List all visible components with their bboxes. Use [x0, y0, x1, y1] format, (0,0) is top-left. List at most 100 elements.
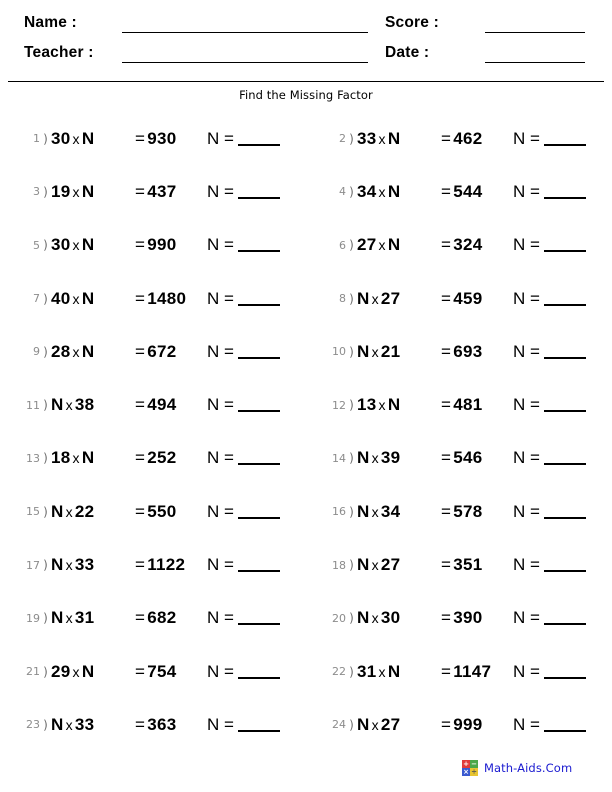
- times-sign: x: [378, 237, 386, 254]
- answer-blank[interactable]: [543, 664, 586, 679]
- equals-sign: =: [135, 448, 146, 468]
- problem-product: = 481: [441, 395, 503, 415]
- answer-blank[interactable]: [237, 610, 280, 626]
- factor-b: N: [81, 341, 95, 361]
- answer-blank[interactable]: [543, 610, 586, 626]
- answer-area: N =: [197, 395, 280, 415]
- times-sign: x: [65, 503, 73, 520]
- problem-13: 13) 18 x N = 252 N =: [14, 432, 280, 485]
- problem-row: 7) 40 x N = 1480 N = 8) Nx 27 = 459 N =: [0, 272, 612, 325]
- factor-a: 30: [51, 235, 71, 255]
- answer-blank[interactable]: [237, 131, 280, 146]
- factor-a: N: [357, 608, 370, 628]
- score-input-line[interactable]: [485, 32, 585, 33]
- math-aids-link[interactable]: Math-Aids.Com: [484, 761, 572, 775]
- problem-1: 1) 30 x N = 930 N =: [14, 112, 280, 165]
- problem-22: 22) 31 x N = 1147 N =: [320, 645, 586, 698]
- answer-label: N =: [207, 714, 234, 734]
- factor-b: N: [81, 661, 95, 681]
- factor-b: N: [387, 128, 401, 148]
- answer-label: N =: [207, 235, 234, 255]
- answer-blank[interactable]: [543, 291, 586, 306]
- answer-label: N =: [207, 608, 234, 628]
- product-value: 494: [147, 395, 177, 415]
- answer-blank[interactable]: [237, 504, 280, 519]
- problem-expression: Nx 30: [357, 608, 441, 628]
- answer-blank[interactable]: [543, 557, 586, 573]
- answer-blank[interactable]: [543, 184, 586, 199]
- factor-a: 31: [357, 661, 377, 681]
- times-sign: x: [72, 290, 80, 307]
- teacher-input-line[interactable]: [122, 62, 368, 63]
- answer-blank[interactable]: [237, 397, 280, 413]
- problem-product: = 351: [441, 555, 503, 575]
- answer-blank[interactable]: [237, 291, 280, 306]
- answer-blank[interactable]: [237, 664, 280, 679]
- problem-row: 23) Nx 33 = 363 N = 24) Nx 27 = 999 N =: [0, 698, 612, 751]
- factor-b: 22: [74, 501, 95, 521]
- product-value: 363: [147, 714, 177, 734]
- answer-blank[interactable]: [237, 557, 280, 573]
- product-value: 1147: [453, 661, 492, 681]
- answer-blank[interactable]: [543, 131, 586, 146]
- name-input-line[interactable]: [122, 32, 368, 33]
- problem-expression: 30 x N: [51, 129, 135, 149]
- factor-a: N: [357, 288, 370, 308]
- problem-expression: Nx 21: [357, 342, 441, 362]
- problem-paren: ): [349, 131, 354, 146]
- product-value: 351: [453, 555, 483, 575]
- problem-expression: Nx 27: [357, 715, 441, 735]
- problem-14: 14) Nx 39 = 546 N =: [320, 432, 586, 485]
- problem-8: 8) Nx 27 = 459 N =: [320, 272, 586, 325]
- problem-number: 11: [26, 398, 40, 412]
- factor-a: N: [357, 341, 370, 361]
- product-value: 437: [147, 181, 177, 201]
- factor-a: N: [357, 448, 370, 468]
- header-row-name-score: Name : Score :: [0, 8, 612, 38]
- answer-blank[interactable]: [543, 397, 586, 413]
- answer-label: N =: [513, 555, 540, 575]
- answer-blank[interactable]: [237, 717, 280, 732]
- answer-blank[interactable]: [543, 344, 586, 359]
- answer-blank[interactable]: [543, 450, 586, 466]
- problem-product: = 390: [441, 608, 503, 628]
- answer-blank[interactable]: [237, 344, 280, 359]
- problem-product: = 672: [135, 342, 197, 362]
- factor-a: 18: [51, 448, 71, 468]
- problem-number: 21: [26, 665, 40, 679]
- answer-blank[interactable]: [543, 237, 586, 253]
- problem-paren: ): [349, 451, 354, 466]
- problem-expression: 33 x N: [357, 129, 441, 149]
- answer-label: N =: [207, 501, 234, 521]
- problem-number: 10: [332, 345, 346, 359]
- answer-blank[interactable]: [543, 504, 586, 519]
- problem-product: = 462: [441, 129, 503, 149]
- equals-sign: =: [135, 608, 146, 628]
- date-input-line[interactable]: [485, 62, 585, 63]
- problem-product: = 544: [441, 182, 503, 202]
- times-sign: x: [371, 716, 379, 733]
- answer-area: N =: [503, 555, 586, 575]
- answer-label: N =: [207, 128, 234, 148]
- answer-area: N =: [503, 289, 586, 309]
- times-sign: x: [371, 450, 379, 467]
- problem-number: 9: [33, 345, 40, 359]
- answer-blank[interactable]: [237, 237, 280, 253]
- product-value: 754: [147, 661, 177, 681]
- times-sign: x: [72, 130, 80, 147]
- equals-sign: =: [441, 714, 452, 734]
- problem-paren: ): [349, 344, 354, 359]
- equals-sign: =: [441, 555, 452, 575]
- factor-b: 21: [380, 341, 401, 361]
- answer-label: N =: [207, 288, 234, 308]
- answer-blank[interactable]: [237, 450, 280, 466]
- problem-product: = 999: [441, 715, 503, 735]
- answer-area: N =: [197, 235, 280, 255]
- answer-blank[interactable]: [543, 717, 586, 732]
- equals-sign: =: [441, 181, 452, 201]
- problem-paren: ): [349, 398, 354, 413]
- factor-b: 39: [380, 448, 401, 468]
- answer-blank[interactable]: [237, 184, 280, 199]
- problem-expression: Nx 22: [51, 502, 135, 522]
- problem-row: 3) 19 x N = 437 N = 4) 34 x N = 544 N =: [0, 165, 612, 218]
